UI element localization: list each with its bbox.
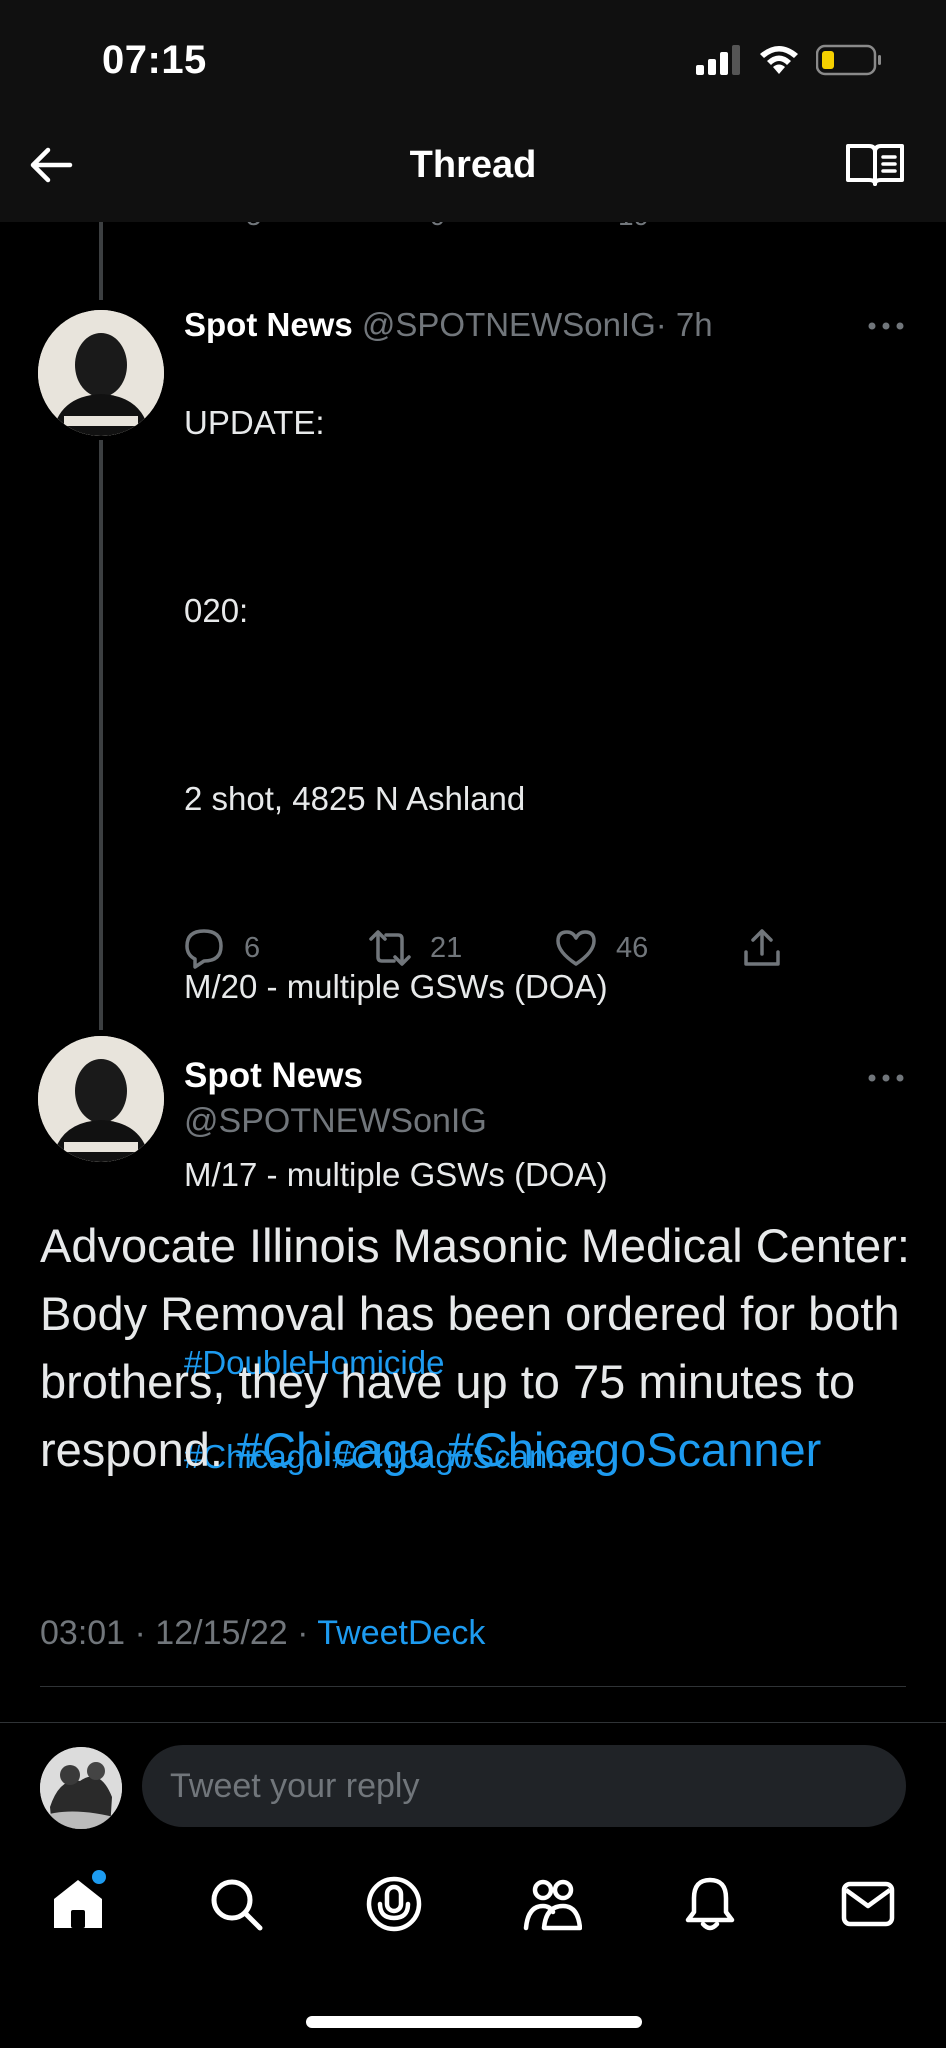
tweet-line: M/17 - multiple GSWs (DOA) [184,1156,608,1193]
home-indicator [306,2016,642,2028]
avatar[interactable] [38,1036,164,1162]
bottom-nav [0,1844,946,2048]
tweet-author-line: Spot News @SPOTNEWSonIG· 7h [184,306,713,344]
retweet-count: 21 [430,931,463,964]
thread-line-top [99,222,103,300]
author-name[interactable]: Spot News [184,1056,363,1096]
reply-button[interactable]: 6 [182,926,260,970]
hashtag-link[interactable]: #ChicagoScanner [448,1423,822,1476]
reply-input[interactable]: Tweet your reply [142,1745,906,1827]
tweet-line: 2 shot, 4825 N Ashland [184,780,526,817]
notifications-icon[interactable] [680,1874,740,1934]
tweet-line: UPDATE: [184,404,325,441]
retweet-icon [369,930,411,966]
top-bar: 07:15 Thread [0,0,946,222]
search-icon[interactable] [206,1874,266,1934]
hashtag-link[interactable]: #Chicago [236,1423,435,1476]
status-icons [696,44,882,76]
battery-icon [816,44,881,76]
retweet-button[interactable]: 21 [368,926,462,970]
divider [40,1686,906,1687]
author-handle[interactable]: @SPOTNEWSonIG [362,306,656,343]
more-options-icon[interactable] [866,1068,906,1088]
tweet-line [184,681,608,728]
author-handle[interactable]: @SPOTNEWSonIG [184,1102,487,1141]
user-avatar-photo [40,1747,122,1829]
like-button[interactable]: 46 [554,926,648,970]
share-icon [744,929,780,966]
spaces-icon[interactable] [364,1874,424,1934]
tweet-line [184,869,608,916]
author-name[interactable]: Spot News [184,306,353,343]
tweet-source-link[interactable]: TweetDeck [317,1614,485,1652]
more-options-icon[interactable] [866,316,906,336]
reply-count: 6 [244,931,261,964]
tweet-actions: 6 21 46 [182,926,802,976]
messages-icon[interactable] [838,1874,898,1934]
tweet-meta: 03:01 · 12/15/22 · TweetDeck [40,1614,485,1653]
thread-line-middle [99,440,103,1030]
like-count: 46 [616,931,649,964]
wifi-icon [760,46,798,74]
user-avatar[interactable] [40,1747,122,1829]
avatar-photo [38,1036,164,1162]
tweet-line [184,493,608,540]
main-tweet-body: Advocate Illinois Masonic Medical Center… [40,1212,920,1484]
reader-mode-icon[interactable] [844,140,906,190]
notification-dot [92,1870,106,1884]
avatar-photo [38,310,164,436]
tweet-timestamp: 03:01 · 12/15/22 · [40,1614,318,1652]
status-time: 07:15 [102,38,207,82]
page-title: Thread [409,144,537,186]
reply-composer: Tweet your reply [0,1722,946,1844]
tweet-time: · 7h [655,306,713,343]
tweet-line: 020: [184,592,249,629]
communities-icon[interactable] [522,1874,582,1934]
share-button[interactable] [740,926,784,970]
reply-icon [185,929,223,969]
heart-icon [556,930,596,966]
signal-icon [696,45,740,75]
avatar[interactable] [38,310,164,436]
